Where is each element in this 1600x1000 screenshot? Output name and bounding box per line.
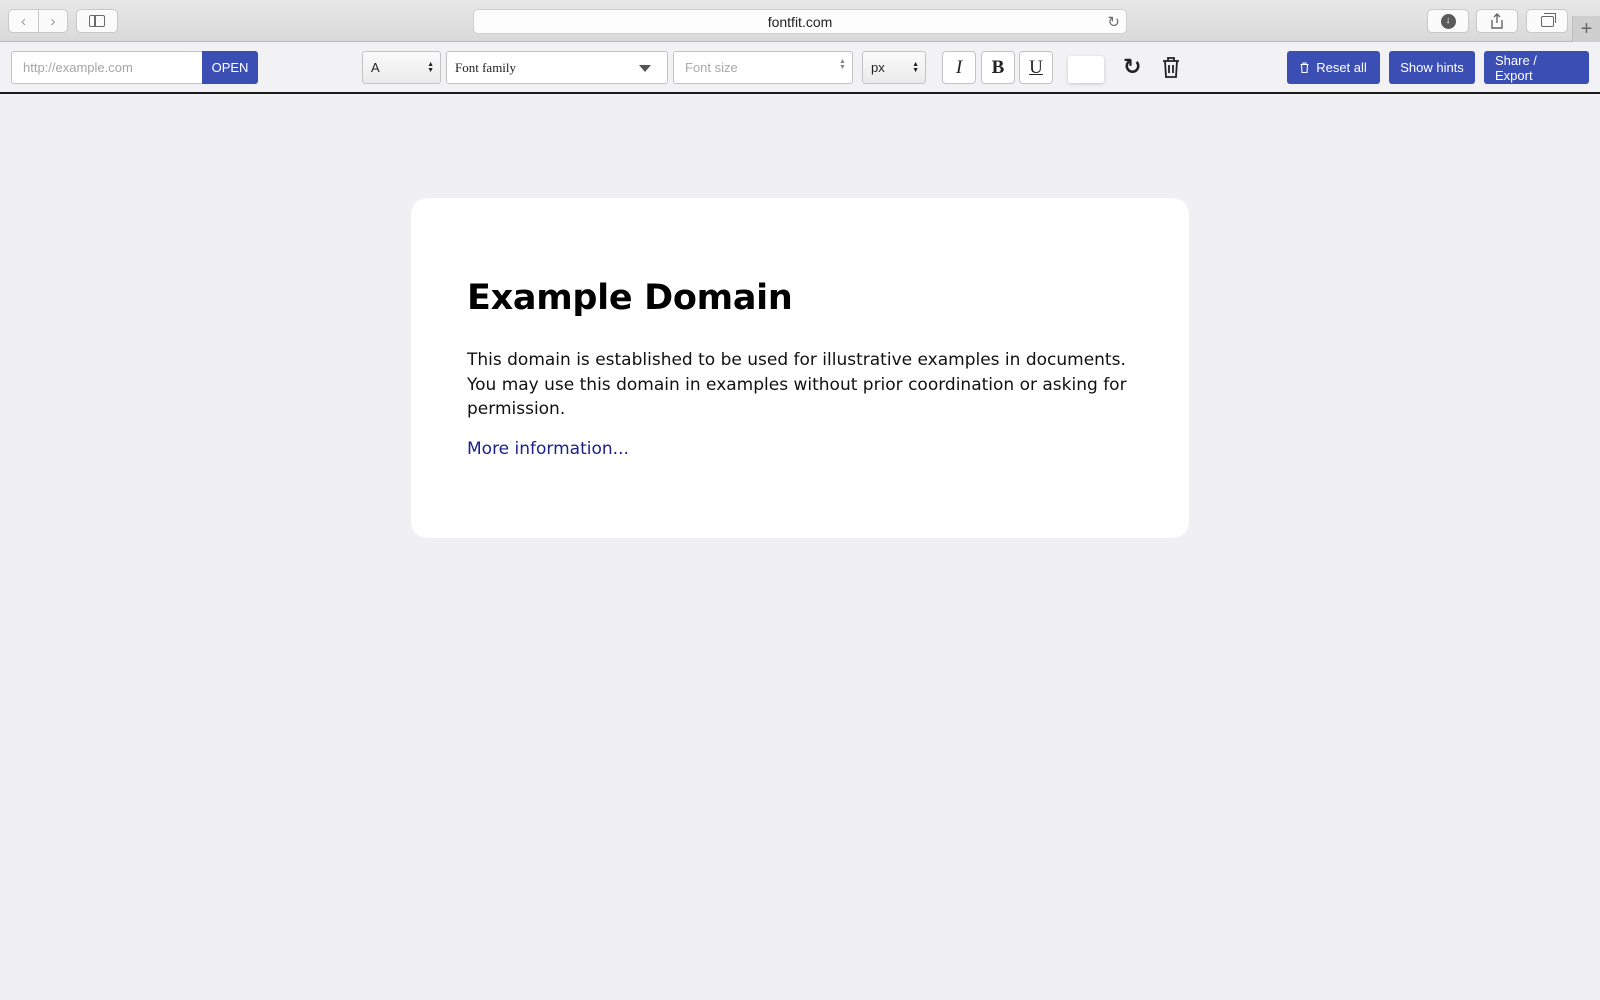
browser-chrome: ‹ › fontfit.com ↻ ↓ + — [0, 0, 1600, 42]
address-text: fontfit.com — [767, 13, 833, 30]
url-input[interactable] — [11, 51, 203, 84]
unit-select-value: px — [871, 60, 885, 75]
underline-button[interactable]: U — [1019, 51, 1053, 84]
downloads-button[interactable]: ↓ — [1427, 9, 1469, 33]
chevron-right-icon: › — [50, 12, 56, 30]
page-title: Example Domain — [467, 278, 793, 318]
color-picker[interactable] — [1068, 56, 1104, 83]
more-information-link[interactable]: More information... — [467, 439, 629, 459]
show-hints-button[interactable]: Show hints — [1389, 51, 1475, 84]
sidebar-icon — [89, 15, 105, 27]
bold-button[interactable]: B — [981, 51, 1015, 84]
show-tabs-button[interactable] — [1526, 9, 1568, 33]
reload-icon[interactable]: ↻ — [1107, 13, 1120, 31]
address-bar[interactable]: fontfit.com ↻ — [473, 9, 1127, 34]
caret-down-icon — [639, 65, 651, 72]
italic-button[interactable]: I — [942, 51, 976, 84]
open-button[interactable]: OPEN — [202, 51, 258, 84]
fontfit-toolbar: OPEN A ▲▼ Font family ▲▼ px ▲▼ I B U ↻ R… — [0, 42, 1600, 94]
share-page-button[interactable] — [1476, 9, 1518, 33]
trash-icon — [1300, 62, 1309, 73]
content-card: Example Domain This domain is establishe… — [411, 198, 1189, 538]
select-arrows-icon: ▲ ▼ — [912, 61, 919, 74]
page-paragraph: This domain is established to be used fo… — [467, 350, 1127, 419]
redo-icon[interactable]: ↻ — [1123, 56, 1141, 78]
forward-button[interactable]: › — [38, 9, 68, 33]
font-family-placeholder: Font family — [455, 59, 517, 75]
trash-icon[interactable] — [1162, 56, 1180, 78]
share-icon — [1491, 13, 1503, 29]
reset-all-button[interactable]: Reset all — [1287, 51, 1380, 84]
font-size-input[interactable] — [673, 51, 853, 84]
back-button[interactable]: ‹ — [8, 9, 38, 33]
element-select[interactable]: A ▲ ▼ — [362, 51, 441, 84]
new-tab-button[interactable]: + — [1572, 16, 1600, 42]
font-family-select[interactable]: Font family — [446, 51, 668, 84]
unit-select[interactable]: px ▲ ▼ — [862, 51, 926, 84]
share-export-button[interactable]: Share / Export — [1484, 51, 1589, 84]
plus-icon: + — [1580, 17, 1593, 40]
sidebar-toggle-button[interactable] — [76, 9, 118, 33]
nav-buttons: ‹ › — [8, 9, 68, 33]
element-select-value: A — [371, 60, 380, 75]
chevron-left-icon: ‹ — [21, 12, 26, 30]
download-icon: ↓ — [1440, 13, 1456, 29]
stepper-arrows-icon[interactable]: ▲ ▼ — [839, 58, 846, 71]
reset-all-label: Reset all — [1316, 60, 1367, 75]
tabs-icon — [1540, 12, 1556, 27]
select-arrows-icon: ▲ ▼ — [427, 61, 434, 74]
